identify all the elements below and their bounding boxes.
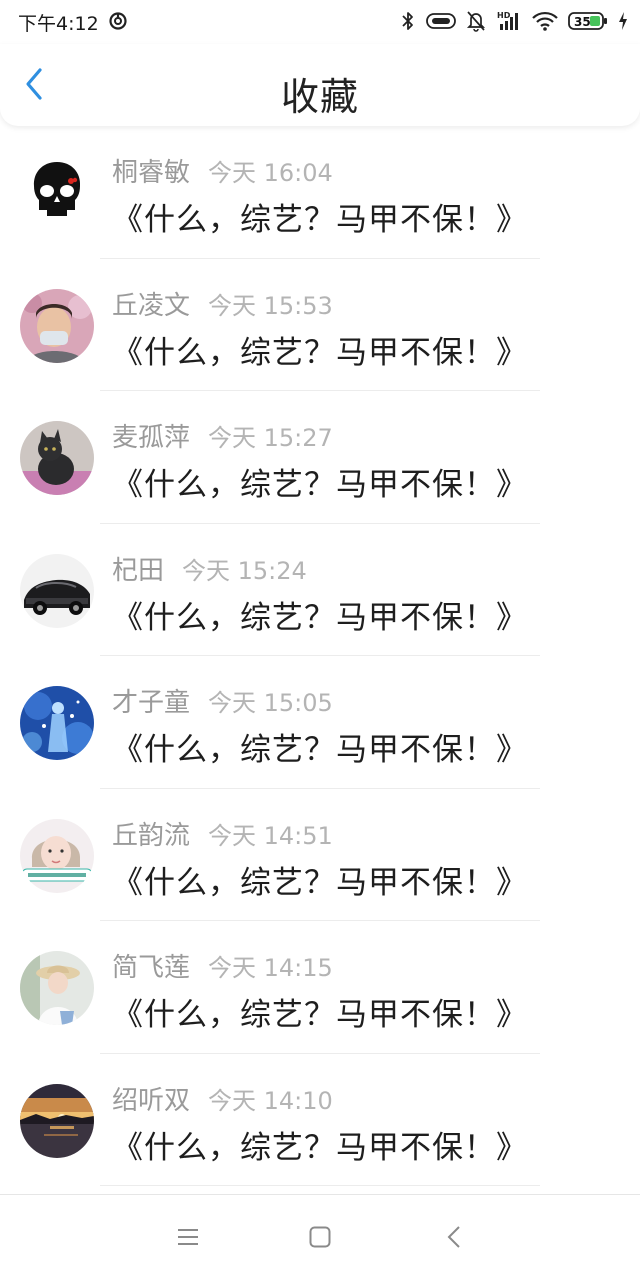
row-meta: 绍听双 今天 14:10 <box>112 1080 333 1117</box>
list-item[interactable]: 绍听双 今天 14:10 《什么，综艺？马甲不保！》 <box>0 1054 640 1186</box>
avatar <box>20 1083 94 1158</box>
list-item[interactable]: 杞田 今天 15:24 《什么，综艺？马甲不保！》 <box>0 524 640 656</box>
avatar <box>20 686 94 760</box>
list-item[interactable]: 才子童 今天 15:05 《什么，综艺？马甲不保！》 <box>0 656 640 789</box>
avatar <box>20 818 94 893</box>
timestamp: 今天 15:53 <box>208 291 333 320</box>
row-meta: 丘韵流 今天 14:51 <box>112 815 333 852</box>
book-title: 《什么，综艺？马甲不保！》 <box>112 997 528 1033</box>
home-button[interactable] <box>302 1221 338 1257</box>
avatar <box>20 156 94 230</box>
mute-bell-icon <box>466 10 486 32</box>
timestamp: 今天 14:51 <box>208 821 333 850</box>
status-time: 下午4:12 <box>18 13 99 35</box>
row-meta: 麦孤萍 今天 15:27 <box>112 417 333 454</box>
back-triangle-icon <box>445 1224 463 1254</box>
book-title: 《什么，综艺？马甲不保！》 <box>112 599 528 636</box>
user-name: 丘韵流 <box>112 820 191 851</box>
battery-level: 35 <box>574 15 591 29</box>
list-item[interactable]: 丘凌文 今天 15:53 《什么，综艺？马甲不保！》 <box>0 259 640 391</box>
row-meta: 简飞莲 今天 14:15 <box>112 947 333 984</box>
sync-icon <box>108 11 128 31</box>
row-meta: 杞田 今天 15:24 <box>112 550 307 587</box>
charging-icon <box>618 11 628 31</box>
book-title: 《什么，综艺？马甲不保！》 <box>112 202 528 238</box>
book-title: 《什么，综艺？马甲不保！》 <box>112 1129 528 1166</box>
status-bar: 下午4:12 HD 35 <box>0 0 640 44</box>
avatar <box>20 421 94 495</box>
book-title: 《什么，综艺？马甲不保！》 <box>112 467 528 503</box>
book-title: 《什么，综艺？马甲不保！》 <box>112 334 528 371</box>
app-header: 收藏 <box>0 44 640 126</box>
timestamp: 今天 14:15 <box>208 954 333 982</box>
menu-icon <box>176 1226 200 1252</box>
timestamp: 今天 15:24 <box>182 556 307 585</box>
book-title: 《什么，综艺？马甲不保！》 <box>112 864 528 901</box>
hd-badge: HD <box>497 11 511 20</box>
list-item[interactable]: 桐睿敏 今天 16:04 《什么，综艺？马甲不保！》 <box>0 126 640 259</box>
system-back-button[interactable] <box>436 1221 472 1257</box>
user-name: 绍听双 <box>112 1085 191 1116</box>
status-icons: HD 35 <box>400 8 628 34</box>
user-name: 杞田 <box>112 555 165 586</box>
system-nav-bar <box>0 1194 640 1280</box>
avatar <box>20 951 94 1025</box>
row-meta: 桐睿敏 今天 16:04 <box>112 152 333 189</box>
divider <box>100 1185 540 1186</box>
book-title: 《什么，综艺？马甲不保！》 <box>112 732 528 768</box>
user-name: 丘凌文 <box>112 290 191 321</box>
user-name: 麦孤萍 <box>112 423 191 453</box>
page-title: 收藏 <box>280 75 359 119</box>
list-item[interactable]: 丘韵流 今天 14:51 《什么，综艺？马甲不保！》 <box>0 789 640 921</box>
user-name: 桐睿敏 <box>112 158 191 188</box>
recents-button[interactable] <box>170 1221 206 1257</box>
battery-icon: 35 <box>568 11 608 31</box>
avatar <box>20 288 94 363</box>
home-square-icon <box>308 1225 332 1253</box>
row-meta: 才子童 今天 15:05 <box>112 682 333 719</box>
bluetooth-icon <box>400 10 416 32</box>
timestamp: 今天 14:10 <box>208 1086 333 1115</box>
timestamp: 今天 16:04 <box>208 159 333 187</box>
list-item[interactable]: 麦孤萍 今天 15:27 《什么，综艺？马甲不保！》 <box>0 391 640 524</box>
list-item[interactable]: 简飞莲 今天 14:15 《什么，综艺？马甲不保！》 <box>0 921 640 1054</box>
timestamp: 今天 15:05 <box>208 689 333 717</box>
signal-icon: HD <box>496 10 522 32</box>
wifi-icon <box>532 11 558 31</box>
row-meta: 丘凌文 今天 15:53 <box>112 285 333 322</box>
vibrate-icon <box>426 12 456 30</box>
user-name: 才子童 <box>112 688 191 718</box>
favorites-list: 桐睿敏 今天 16:04 《什么，综艺？马甲不保！》 丘凌文 今天 15:53 … <box>0 126 640 1186</box>
avatar <box>20 553 94 628</box>
timestamp: 今天 15:27 <box>208 424 333 452</box>
user-name: 简飞莲 <box>112 953 191 983</box>
